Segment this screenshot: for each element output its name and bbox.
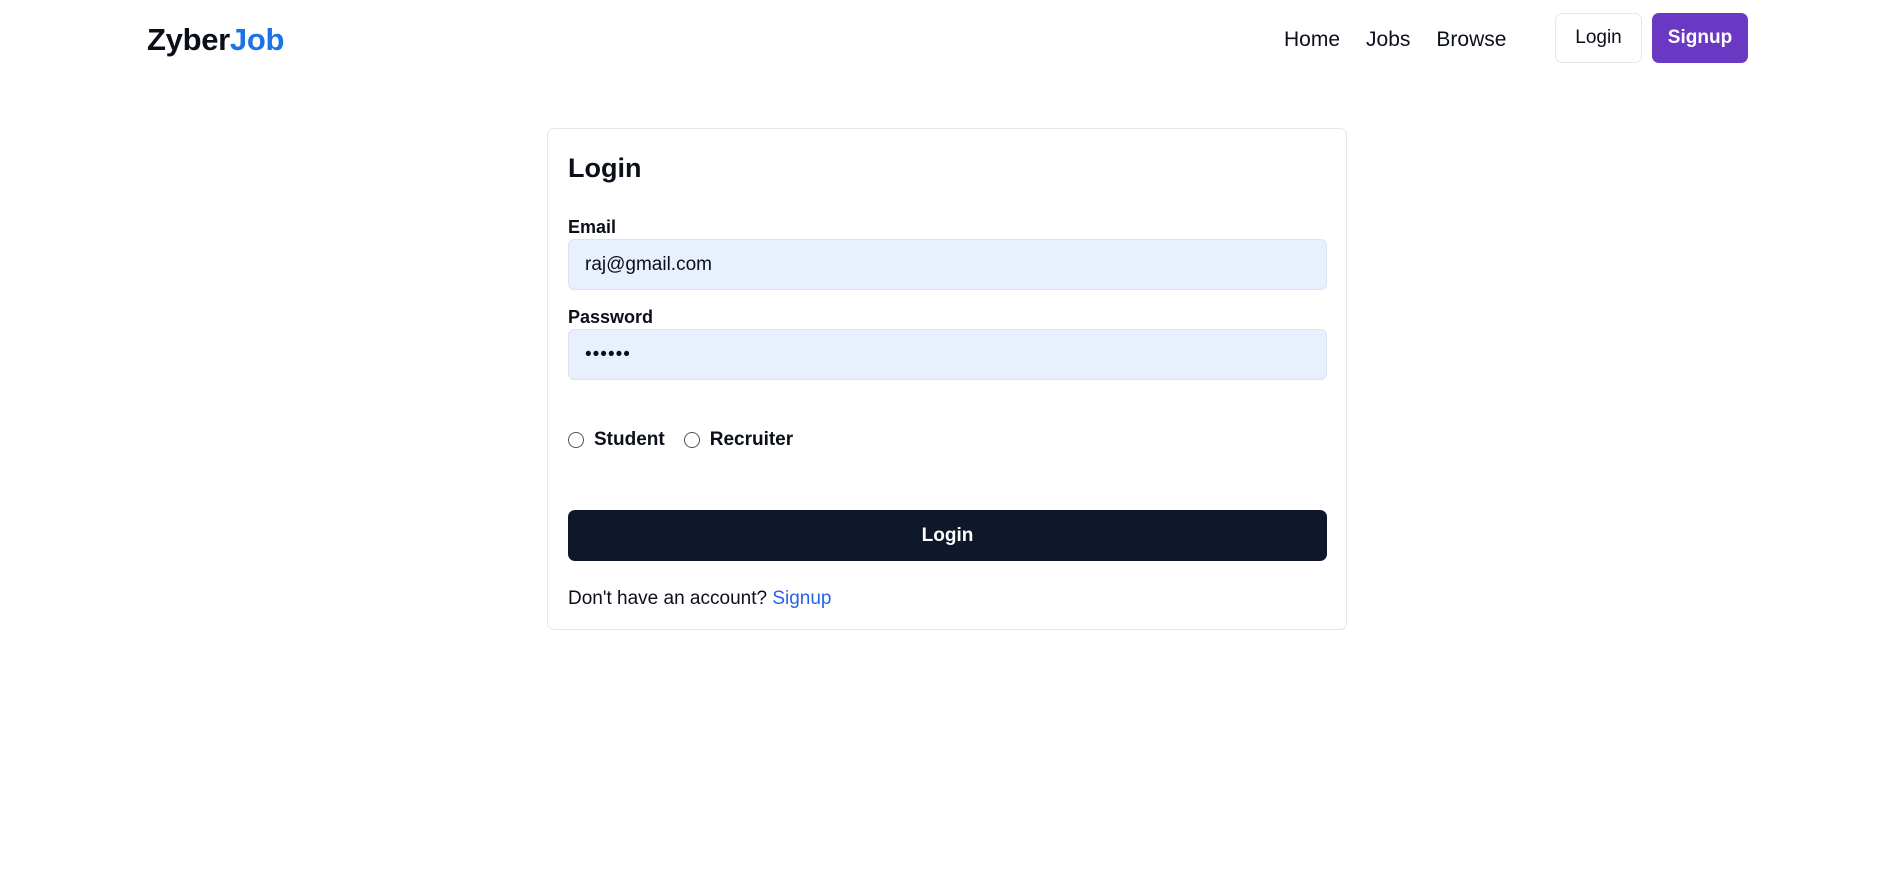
signup-link[interactable]: Signup <box>772 588 831 609</box>
nav-link-jobs[interactable]: Jobs <box>1366 25 1410 55</box>
recruiter-radio[interactable] <box>683 432 700 448</box>
student-radio[interactable] <box>568 432 584 448</box>
logo[interactable]: ZyberJob <box>147 20 284 60</box>
nav-link-home[interactable]: Home <box>1284 25 1340 55</box>
navbar: ZyberJob Home Jobs Browse Login Signup <box>0 0 1897 78</box>
password-label: Password <box>568 307 654 327</box>
nav-login-button[interactable]: Login <box>1555 13 1642 63</box>
login-card: Login Email Password Student Recruiter L… <box>547 128 1347 630</box>
login-title: Login <box>568 153 642 183</box>
email-input[interactable] <box>568 239 1327 290</box>
nav-links: Home Jobs Browse <box>1284 25 1506 55</box>
role-option-student[interactable]: Student <box>568 428 665 452</box>
logo-text-job: Job <box>229 22 285 57</box>
email-label: Email <box>568 217 617 237</box>
password-input[interactable] <box>568 329 1327 380</box>
nav-link-browse[interactable]: Browse <box>1436 25 1506 55</box>
student-radio-label[interactable]: Student <box>594 428 665 452</box>
login-submit-button[interactable]: Login <box>568 510 1327 561</box>
role-radio-group: Student Recruiter <box>568 428 793 452</box>
role-option-recruiter[interactable]: Recruiter <box>683 428 793 452</box>
signup-prompt: Don't have an account? Signup <box>568 587 832 611</box>
logo-text-zyber: Zyber <box>147 22 230 57</box>
nav-signup-button[interactable]: Signup <box>1652 13 1748 63</box>
signup-prompt-text: Don't have an account? <box>568 588 768 609</box>
recruiter-radio-label[interactable]: Recruiter <box>710 428 793 452</box>
